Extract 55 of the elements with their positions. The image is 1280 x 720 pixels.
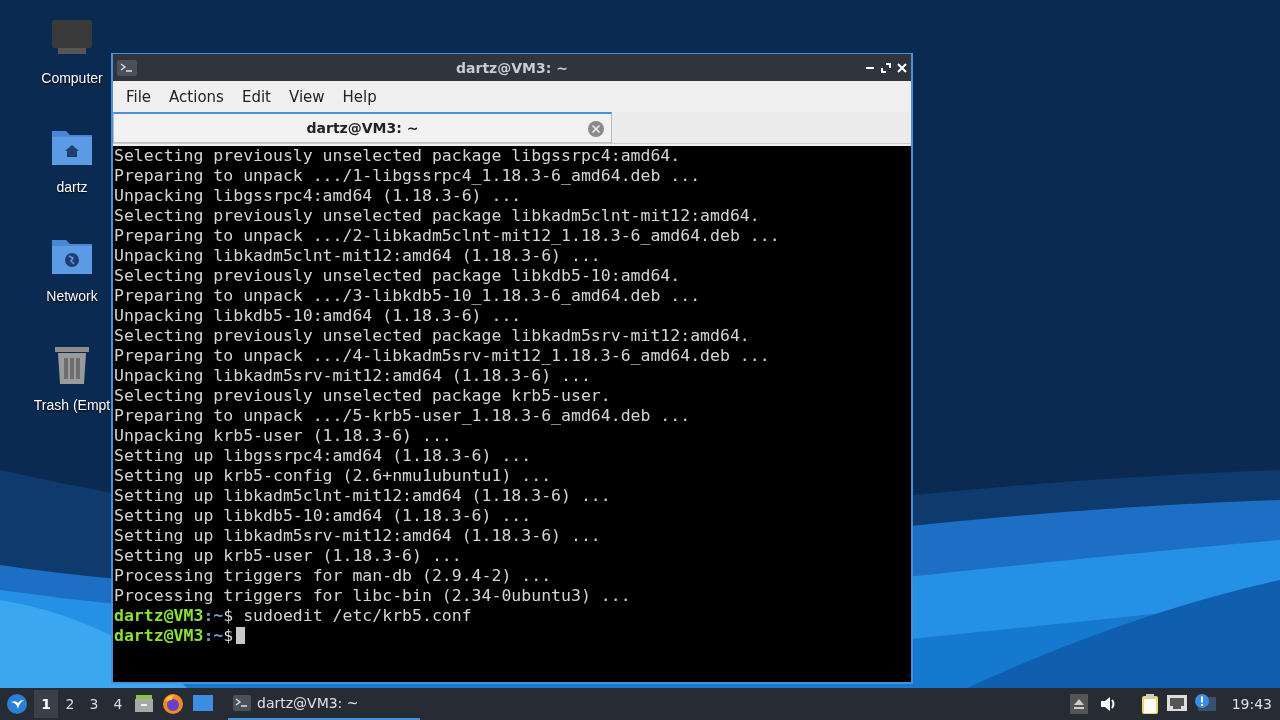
- clock[interactable]: 19:43: [1231, 696, 1272, 712]
- terminal-line: Setting up libgssrpc4:amd64 (1.18.3-6) ...: [114, 446, 532, 465]
- menu-item[interactable]: Edit: [232, 87, 280, 106]
- menu-item[interactable]: File: [117, 87, 161, 106]
- prompt-line: dartz@VM3:~$ sudoedit /etc/krb5.conf: [114, 606, 472, 625]
- terminal-line: Setting up krb5-user (1.18.3-6) ...: [114, 546, 462, 565]
- clipboard-icon[interactable]: [1139, 693, 1160, 715]
- terminal-icon: [233, 695, 251, 711]
- terminal-line: Processing triggers for libc-bin (2.34-0ubuntu3) ...: [114, 586, 631, 605]
- terminal-line: Preparing to unpack .../3-libkdb5-10_1.18.3-6_amd64.deb ...: [114, 286, 701, 305]
- browser-icon[interactable]: [162, 693, 184, 715]
- menu-item[interactable]: Actions: [160, 87, 233, 106]
- menu-icon[interactable]: [6, 693, 28, 715]
- desktop-icon-label[interactable]: Network: [46, 288, 98, 304]
- maximize-icon[interactable]: [881, 62, 891, 73]
- terminal-line: Unpacking libkadm5clnt-mit12:amd64 (1.18.3-6) ...: [114, 246, 601, 265]
- terminal-line: Preparing to unpack .../1-libgssrpc4_1.18.3-6_amd64.deb ...: [114, 166, 701, 185]
- terminal-line: Processing triggers for man-db (2.9.4-2) ...: [114, 566, 552, 585]
- menu-item[interactable]: View: [279, 87, 334, 106]
- terminal-line: Unpacking libkdb5-10:amd64 (1.18.3-6) ...: [114, 306, 522, 325]
- terminal-line: Setting up libkdb5-10:amd64 (1.18.3-6) ...: [114, 506, 532, 525]
- file-cabinet-icon[interactable]: [134, 693, 154, 713]
- terminal-output[interactable]: [113, 146, 911, 682]
- notification-icon[interactable]: [1193, 693, 1216, 713]
- terminal-line: Preparing to unpack .../5-krb5-user_1.18.3-6_amd64.deb ...: [114, 406, 691, 425]
- terminal-line: Unpacking libkadm5srv-mit12:amd64 (1.18.3-6) ...: [114, 366, 591, 385]
- terminal-line: Setting up krb5-config (2.6+nmu1ubuntu1) ...: [114, 466, 552, 485]
- network-icon[interactable]: [1165, 693, 1188, 713]
- terminal-line: Preparing to unpack .../4-libkadm5srv-mit12_1.18.3-6_amd64.deb ...: [114, 346, 770, 365]
- terminal-line: Setting up libkadm5clnt-mit12:amd64 (1.18.3-6) ...: [114, 486, 611, 505]
- tab[interactable]: dartz@VM3: ~: [113, 112, 612, 143]
- taskbar-button[interactable]: dartz@VM3: ~: [228, 688, 420, 720]
- terminal-line: Unpacking libgssrpc4:amd64 (1.18.3-6) ...: [114, 186, 522, 205]
- prompt-line: dartz@VM3:~$: [114, 626, 234, 645]
- terminal-line: Selecting previously unselected package libgssrpc4:amd64.: [114, 146, 681, 165]
- terminal-line: Selecting previously unselected package krb5-user.: [114, 386, 611, 405]
- workspace-button[interactable]: 1: [34, 690, 58, 718]
- workspace-button[interactable]: 3: [82, 690, 106, 718]
- eject-icon[interactable]: [1069, 694, 1088, 714]
- desktop-icon-label[interactable]: Trash (Empt: [33, 397, 111, 413]
- desktop-icon-label[interactable]: Computer: [41, 70, 103, 86]
- desktop-icon-label[interactable]: dartz: [56, 179, 88, 195]
- terminal-line: Selecting previously unselected package libkadm5clnt-mit12:amd64.: [114, 206, 760, 225]
- terminal-line: Setting up libkadm5srv-mit12:amd64 (1.18.3-6) ...: [114, 526, 601, 545]
- terminal-line: Selecting previously unselected package libkadm5srv-mit12:amd64.: [114, 326, 750, 345]
- window-title: dartz@VM3: ~: [456, 59, 568, 76]
- terminal-line: Preparing to unpack .../2-libkadm5clnt-mit12_1.18.3-6_amd64.deb ...: [114, 226, 780, 245]
- terminal-icon: [117, 59, 137, 76]
- close-icon[interactable]: [897, 62, 907, 73]
- workspace-button[interactable]: 4: [106, 690, 130, 718]
- terminal-line: Unpacking krb5-user (1.18.3-6) ...: [114, 426, 452, 445]
- terminal-line: Selecting previously unselected package libkdb5-10:amd64.: [114, 266, 681, 285]
- desktop-icon[interactable]: [192, 693, 214, 713]
- workspace-button[interactable]: 2: [58, 690, 82, 718]
- menu-item[interactable]: Help: [333, 87, 386, 106]
